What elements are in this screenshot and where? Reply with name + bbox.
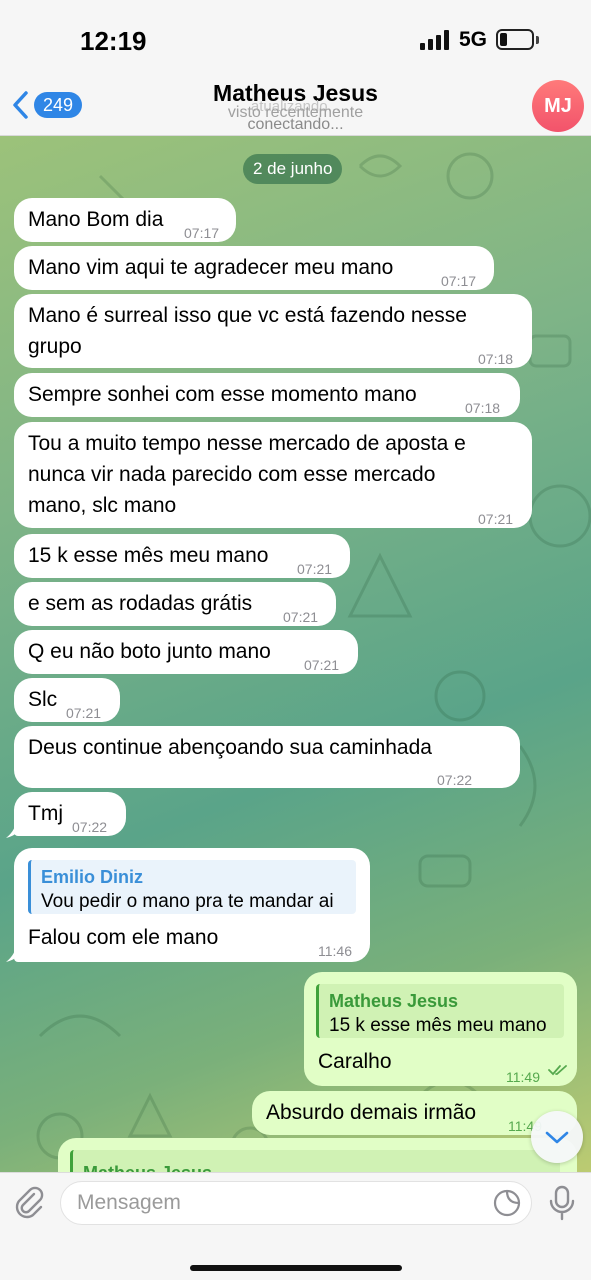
message-bubble[interactable]: Tmj 07:22 xyxy=(14,792,126,836)
outgoing-message-bubble[interactable]: Matheus Jesus xyxy=(58,1138,577,1172)
home-indicator xyxy=(190,1265,402,1271)
message-time: 07:21 xyxy=(297,561,333,577)
message-text-line: Tou a muito tempo nesse mercado de apost… xyxy=(28,432,466,455)
paperclip-icon[interactable] xyxy=(12,1185,46,1219)
message-bubble[interactable]: Mano é surreal isso que vc está fazendo … xyxy=(14,294,532,368)
message-text: Q eu não boto junto mano xyxy=(28,640,271,663)
message-bubble[interactable]: Slc 07:21 xyxy=(14,678,120,722)
message-time: 11:46 xyxy=(318,943,352,959)
chevron-down-icon xyxy=(545,1131,569,1144)
contact-avatar[interactable]: MJ xyxy=(532,80,584,132)
message-text: Falou com ele mano xyxy=(28,926,219,949)
message-time: 07:22 xyxy=(437,772,473,788)
message-text: Absurdo demais irmão xyxy=(266,1101,477,1124)
reply-text: 15 k esse mês meu mano xyxy=(329,1015,547,1036)
reply-quote[interactable]: Emilio Diniz Vou pedir o mano pra te man… xyxy=(28,860,356,914)
message-time: 07:21 xyxy=(283,609,319,625)
message-bubble[interactable]: Emilio Diniz Vou pedir o mano pra te man… xyxy=(14,848,370,962)
message-time: 07:17 xyxy=(184,225,220,241)
status-line-connecting: conectando... xyxy=(247,116,344,133)
message-input-bar xyxy=(0,1172,591,1280)
message-text: Deus continue abençoando sua caminhada xyxy=(28,736,432,759)
message-time: 07:21 xyxy=(478,511,514,527)
reply-quote[interactable]: Matheus Jesus 15 k esse mês meu mano xyxy=(316,984,564,1038)
message-time: 07:22 xyxy=(72,819,108,835)
double-check-icon xyxy=(548,1065,567,1076)
battery-tip xyxy=(536,36,539,44)
outgoing-message-bubble[interactable]: Absurdo demais irmão 11:49 xyxy=(252,1091,577,1135)
message-text: 15 k esse mês meu mano xyxy=(28,544,269,567)
message-bubble[interactable]: Mano vim aqui te agradecer meu mano 07:1… xyxy=(14,246,494,290)
message-text: Mano vim aqui te agradecer meu mano xyxy=(28,256,394,279)
message-text: Caralho xyxy=(318,1050,392,1073)
message-text-line: Mano é surreal isso que vc está fazendo … xyxy=(28,304,467,327)
reply-quote[interactable]: Matheus Jesus xyxy=(70,1150,560,1172)
unread-count-badge: 249 xyxy=(34,92,83,118)
status-bar: 12:19 5G xyxy=(0,0,591,78)
message-time: 07:17 xyxy=(441,273,477,289)
outgoing-message-bubble[interactable]: Matheus Jesus 15 k esse mês meu mano Car… xyxy=(304,972,577,1086)
message-text-line: nunca vir nada parecido com esse mercado xyxy=(28,463,436,486)
status-time: 12:19 xyxy=(80,26,147,56)
date-separator: 2 de junho xyxy=(243,154,343,184)
message-text: Mano Bom dia xyxy=(28,208,164,231)
network-type: 5G xyxy=(459,28,488,51)
message-bubble[interactable]: Mano Bom dia 07:17 xyxy=(14,198,236,242)
message-input[interactable] xyxy=(60,1181,532,1225)
message-time: 07:21 xyxy=(66,705,102,721)
mic-icon[interactable] xyxy=(548,1185,576,1221)
chat-header: Matheus Jesus atualizando... visto recen… xyxy=(0,78,591,136)
sticker-icon[interactable] xyxy=(492,1188,522,1218)
message-time: 07:21 xyxy=(304,657,340,673)
reply-author: Matheus Jesus xyxy=(83,1158,212,1172)
message-text-line: mano, slc mano xyxy=(28,494,177,517)
reply-text: Vou pedir o mano pra te mandar ai xyxy=(41,891,334,912)
message-bubble[interactable]: e sem as rodadas grátis 07:21 xyxy=(14,582,336,626)
message-text: e sem as rodadas grátis xyxy=(28,592,253,615)
back-chevron-icon xyxy=(13,91,28,119)
chat-area[interactable]: 2 de junho Mano Bom dia 07:17 Mano vim a… xyxy=(0,136,591,1172)
message-time: 07:18 xyxy=(478,351,514,367)
scroll-to-bottom-button[interactable] xyxy=(531,1111,583,1163)
message-bubble[interactable]: Sempre sonhei com esse momento mano 07:1… xyxy=(14,373,520,417)
battery-icon xyxy=(496,29,534,50)
message-time: 11:49 xyxy=(506,1069,540,1085)
message-text: Slc xyxy=(28,688,58,711)
message-text: Sempre sonhei com esse momento mano xyxy=(28,383,417,406)
message-time: 07:18 xyxy=(465,400,501,416)
message-text: Tmj xyxy=(28,802,63,825)
signal-icon xyxy=(420,30,449,50)
message-bubble[interactable]: Q eu não boto junto mano 07:21 xyxy=(14,630,358,674)
message-bubble[interactable]: Tou a muito tempo nesse mercado de apost… xyxy=(14,422,532,528)
message-bubble[interactable]: 15 k esse mês meu mano 07:21 xyxy=(14,534,350,578)
message-text-line: grupo xyxy=(28,335,82,358)
back-button[interactable]: 249 xyxy=(10,90,83,120)
message-bubble[interactable]: Deus continue abençoando sua caminhada 0… xyxy=(14,726,520,788)
